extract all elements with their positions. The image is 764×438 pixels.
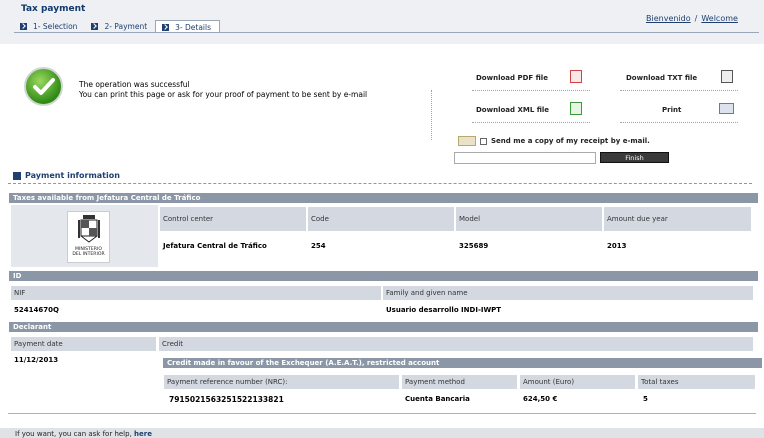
section-divider — [8, 183, 752, 184]
txt-file-icon[interactable] — [721, 70, 733, 83]
amount-due-year-value: 2013 — [607, 242, 627, 250]
tab-label: 2- Payment — [104, 21, 148, 31]
payment-info-title: Payment information — [25, 171, 120, 180]
email-copy-row: Send me a copy of my receipt by e-mail. — [458, 136, 650, 146]
arrow-icon — [20, 22, 27, 30]
tab-label: 1- Selection — [33, 21, 78, 31]
success-line-1: The operation was successful — [79, 80, 190, 89]
credit-header: Credit — [159, 337, 753, 351]
arrow-icon — [162, 23, 170, 31]
total-taxes-value: 5 — [643, 395, 648, 403]
coat-of-arms-icon — [77, 215, 100, 243]
payment-method-header: Payment method — [402, 375, 517, 389]
taxes-band: Taxes available from Jefatura Central de… — [9, 193, 758, 203]
model-value: 325689 — [459, 242, 489, 250]
id-band: ID — [9, 271, 758, 281]
name-header: Family and given name — [383, 286, 753, 300]
tab-label: 3- Details — [175, 22, 212, 32]
header-divider — [14, 32, 759, 33]
section-arrow-icon — [13, 171, 21, 180]
download-divider — [620, 122, 738, 123]
payment-date-header: Payment date — [11, 337, 156, 351]
welcome-link[interactable]: Welcome — [701, 14, 738, 23]
control-center-value: Jefatura Central de Tráfico — [163, 242, 267, 250]
help-bar: If you want, you can ask for help, here — [0, 428, 764, 438]
help-link[interactable]: here — [134, 430, 152, 438]
name-value: Usuario desarrollo INDI-IWPT — [386, 306, 502, 314]
bottom-divider — [8, 413, 756, 414]
code-header: Code — [308, 207, 454, 231]
bienvenido-link[interactable]: Bienvenido — [646, 14, 691, 23]
download-xml-link[interactable]: Download XML file — [476, 106, 549, 114]
model-header: Model — [456, 207, 602, 231]
download-txt-link[interactable]: Download TXT file — [626, 74, 697, 82]
download-divider — [472, 90, 590, 91]
total-taxes-header: Total taxes — [638, 375, 755, 389]
download-divider — [472, 122, 590, 123]
logo-line-2: DEL INTERIOR — [72, 252, 105, 257]
nif-header: NIF — [11, 286, 381, 300]
success-check-icon — [24, 67, 63, 106]
email-input[interactable] — [454, 152, 596, 164]
success-message: The operation was successful You can pri… — [79, 80, 367, 100]
payment-date-value: 11/12/2013 — [14, 356, 59, 364]
payment-method-value: Cuenta Bancaria — [405, 395, 470, 403]
amount-value: 624,50 € — [523, 395, 558, 403]
code-value: 254 — [311, 242, 326, 250]
download-pdf-link[interactable]: Download PDF file — [476, 74, 548, 82]
amount-header: Amount (Euro) — [520, 375, 635, 389]
download-divider — [620, 90, 738, 91]
xml-file-icon[interactable] — [570, 102, 582, 115]
nif-value: 52414670Q — [14, 306, 59, 314]
help-text: If you want, you can ask for help, — [15, 430, 132, 438]
email-copy-label: Send me a copy of my receipt by e-mail. — [491, 137, 650, 145]
printer-icon[interactable] — [719, 103, 734, 114]
ministry-logo: MINISTERIO DEL INTERIOR — [67, 211, 110, 263]
email-copy-checkbox[interactable] — [480, 137, 487, 145]
header-links: Bienvenido / Welcome — [646, 14, 738, 23]
finish-button[interactable]: Finish — [600, 152, 669, 163]
amount-due-year-header: Amount due year — [604, 207, 751, 231]
nrc-header: Payment reference number (NRC): — [164, 375, 399, 389]
pdf-file-icon[interactable] — [570, 70, 582, 83]
app-title: Tax payment — [21, 4, 86, 14]
envelope-icon — [458, 136, 476, 146]
control-center-header: Control center — [160, 207, 306, 231]
success-line-2: You can print this page or ask for your … — [79, 90, 368, 99]
print-link[interactable]: Print — [662, 106, 681, 114]
arrow-icon — [91, 22, 99, 30]
nrc-value: 7915021563251522133821 — [169, 395, 284, 404]
declarant-band: Declarant — [9, 322, 758, 332]
vertical-divider — [431, 90, 432, 140]
credit-band: Credit made in favour of the Exchequer (… — [163, 358, 762, 368]
payment-info-heading: Payment information — [13, 171, 120, 180]
link-separator: / — [694, 14, 698, 23]
